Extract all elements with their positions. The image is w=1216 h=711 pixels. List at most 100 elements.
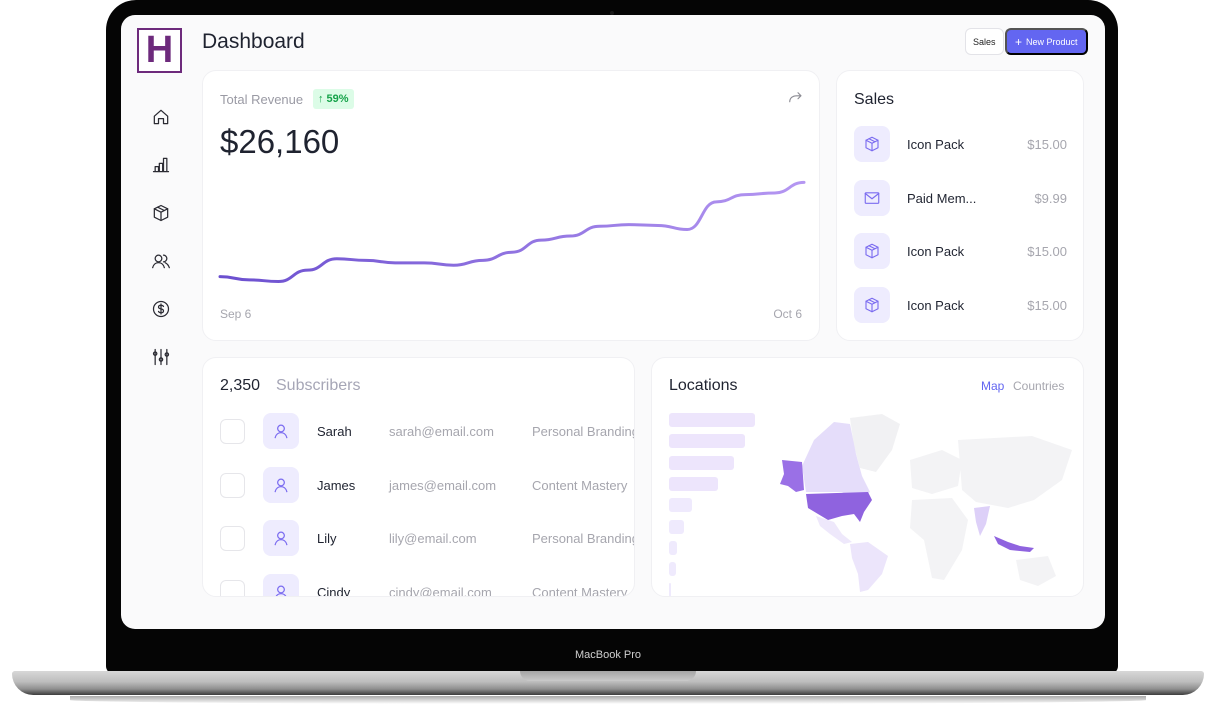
sidebar-item-settings[interactable] bbox=[141, 333, 181, 381]
revenue-data-point[interactable] bbox=[681, 224, 693, 236]
arrow-up-icon: ↑ bbox=[318, 93, 324, 105]
sale-item[interactable]: Icon Pack $15.00 bbox=[854, 126, 1067, 162]
row-checkbox[interactable] bbox=[220, 418, 245, 444]
map-region-usa[interactable] bbox=[806, 492, 872, 522]
user-icon bbox=[274, 478, 288, 493]
revenue-data-point[interactable] bbox=[740, 189, 752, 201]
revenue-data-point[interactable] bbox=[769, 187, 781, 199]
sale-item[interactable]: Icon Pack $15.00 bbox=[854, 233, 1067, 269]
plus-icon: + bbox=[1015, 34, 1023, 49]
sale-item[interactable]: Icon Pack $15.00 bbox=[854, 287, 1067, 323]
map-region-africa[interactable] bbox=[910, 498, 968, 580]
revenue-data-point[interactable] bbox=[214, 271, 226, 283]
subscriber-name: Cindy bbox=[317, 584, 351, 597]
revenue-data-point[interactable] bbox=[564, 230, 576, 242]
location-bar[interactable] bbox=[669, 434, 745, 449]
sidebar-item-products[interactable] bbox=[141, 189, 181, 237]
revenue-data-point[interactable] bbox=[418, 257, 430, 269]
dollar-icon bbox=[152, 300, 170, 318]
home-icon bbox=[153, 109, 169, 125]
sale-price: $15.00 bbox=[1027, 297, 1067, 313]
box-icon bbox=[865, 297, 879, 313]
row-checkbox[interactable] bbox=[220, 472, 245, 498]
subscribers-card: 2,350 Subscribers Sarah sarah@email.com … bbox=[202, 357, 635, 597]
sale-name: Paid Mem... bbox=[907, 190, 977, 206]
location-bar[interactable] bbox=[669, 583, 671, 596]
avatar bbox=[263, 413, 299, 449]
subscriber-course: Personal Branding bbox=[532, 423, 635, 439]
box-icon bbox=[865, 243, 879, 259]
revenue-data-point[interactable] bbox=[477, 254, 489, 266]
map-region-australia[interactable] bbox=[1016, 556, 1056, 586]
map-region-europe[interactable] bbox=[910, 450, 962, 494]
box-icon bbox=[153, 204, 169, 222]
sidebar-item-home[interactable] bbox=[141, 93, 181, 141]
map-region-mexico[interactable] bbox=[816, 516, 852, 544]
box-icon bbox=[865, 136, 879, 152]
revenue-data-point[interactable] bbox=[360, 254, 372, 266]
avatar bbox=[263, 574, 299, 596]
map-region-asia[interactable] bbox=[958, 436, 1072, 508]
subscriber-course: Content Mastery bbox=[532, 584, 628, 597]
sale-name: Icon Pack bbox=[907, 297, 965, 313]
row-checkbox[interactable] bbox=[220, 525, 245, 551]
subscriber-row[interactable]: Cindy cindy@email.com Content Mastery bbox=[220, 574, 634, 597]
revenue-data-point[interactable] bbox=[331, 253, 343, 265]
revenue-data-point[interactable] bbox=[302, 264, 314, 276]
sale-price: $15.00 bbox=[1027, 243, 1067, 259]
new-product-button[interactable]: + New Product bbox=[1005, 28, 1088, 55]
avatar bbox=[263, 520, 299, 556]
share-button[interactable] bbox=[786, 89, 804, 107]
mail-icon bbox=[864, 192, 880, 204]
subscriber-name: Sarah bbox=[317, 423, 352, 439]
growth-badge: ↑ 59% bbox=[313, 89, 354, 109]
subscriber-course: Personal Branding bbox=[532, 530, 635, 546]
map-region-indonesia[interactable] bbox=[994, 536, 1034, 552]
sidebar-item-analytics[interactable] bbox=[141, 141, 181, 189]
subscriber-email: james@email.com bbox=[389, 477, 497, 493]
world-map[interactable] bbox=[772, 410, 1082, 595]
x-axis-end-label: Oct 6 bbox=[773, 307, 802, 321]
sidebar-item-subscribers[interactable] bbox=[141, 237, 181, 285]
new-product-label: New Product bbox=[1026, 36, 1078, 47]
map-region-south-america[interactable] bbox=[850, 542, 888, 592]
app-logo[interactable]: H bbox=[137, 28, 182, 73]
revenue-data-point[interactable] bbox=[448, 259, 460, 271]
tab-map[interactable]: Map bbox=[981, 379, 1004, 393]
page-title: Dashboard bbox=[202, 30, 305, 53]
row-checkbox[interactable] bbox=[220, 579, 245, 596]
revenue-data-point[interactable] bbox=[272, 276, 284, 288]
sales-card: Sales Icon Pack $15.00 Paid Mem... $9.99… bbox=[836, 70, 1084, 341]
revenue-data-point[interactable] bbox=[594, 220, 606, 232]
subscriber-row[interactable]: Lily lily@email.com Personal Branding bbox=[220, 520, 635, 556]
revenue-data-point[interactable] bbox=[710, 196, 722, 208]
sidebar-item-sales[interactable] bbox=[141, 285, 181, 333]
growth-value: 59% bbox=[326, 93, 349, 105]
location-bar[interactable] bbox=[669, 562, 676, 577]
revenue-data-point[interactable] bbox=[798, 176, 810, 188]
location-bar[interactable] bbox=[669, 455, 735, 470]
location-bar[interactable] bbox=[669, 519, 685, 534]
subscriber-row[interactable]: James james@email.com Content Mastery bbox=[220, 467, 634, 503]
location-bar[interactable] bbox=[669, 476, 719, 491]
revenue-data-point[interactable] bbox=[652, 219, 664, 231]
map-region-india[interactable] bbox=[974, 506, 990, 536]
revenue-data-point[interactable] bbox=[389, 257, 401, 269]
x-axis-start-label: Sep 6 bbox=[220, 307, 252, 321]
location-bar[interactable] bbox=[669, 498, 693, 513]
sale-item[interactable]: Paid Mem... $9.99 bbox=[854, 180, 1067, 216]
revenue-data-point[interactable] bbox=[535, 234, 547, 246]
subscriber-email: sarah@email.com bbox=[389, 423, 494, 439]
location-bar[interactable] bbox=[669, 540, 677, 555]
map-region-alaska[interactable] bbox=[780, 460, 804, 492]
location-bar[interactable] bbox=[669, 413, 755, 427]
revenue-data-point[interactable] bbox=[243, 274, 255, 286]
revenue-data-point[interactable] bbox=[506, 246, 518, 258]
revenue-data-point[interactable] bbox=[623, 219, 635, 231]
tab-countries[interactable]: Countries bbox=[1013, 379, 1064, 393]
revenue-label: Total Revenue bbox=[220, 92, 304, 107]
sales-button[interactable]: Sales bbox=[965, 28, 1004, 55]
subscriber-row[interactable]: Sarah sarah@email.com Personal Branding bbox=[220, 413, 635, 449]
users-icon bbox=[152, 254, 170, 269]
subscribers-count: 2,350 bbox=[220, 377, 261, 394]
